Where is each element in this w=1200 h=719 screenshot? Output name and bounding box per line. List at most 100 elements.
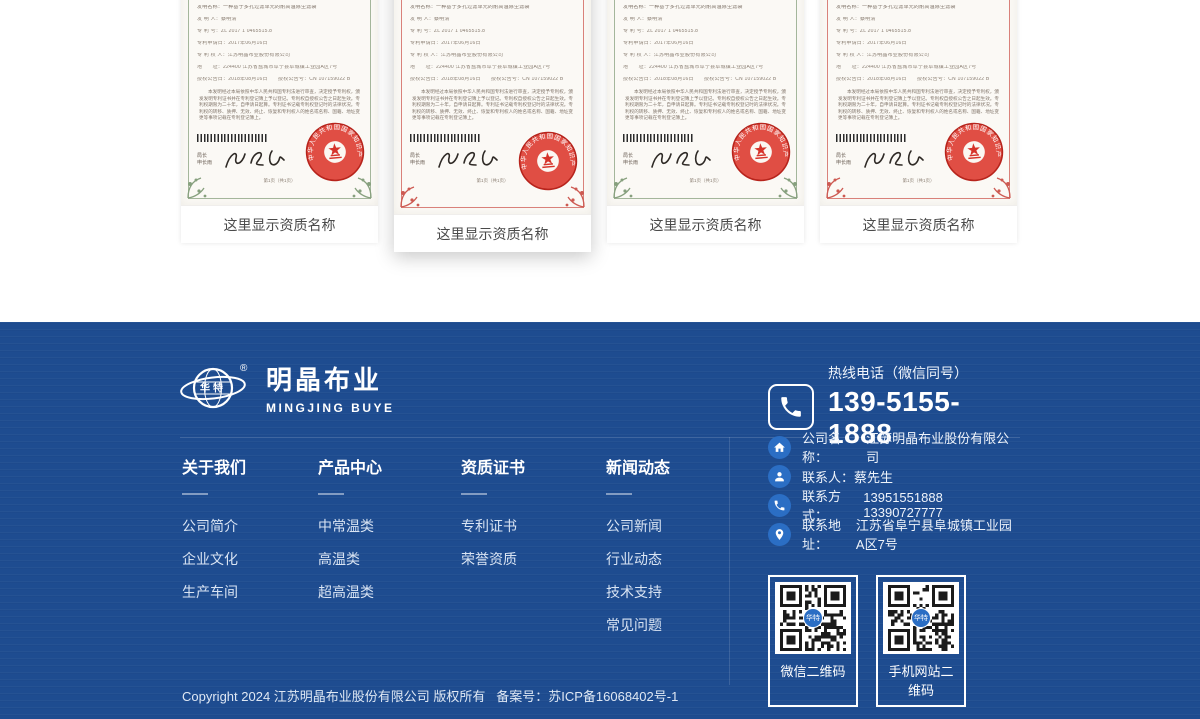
nav-link[interactable]: 超高温类	[318, 582, 382, 602]
qr-center-logo: 华特	[803, 608, 823, 628]
certificate-text-lines: 发明名称：一种基于多孔过滤单元的耐高温除尘滤袋发 明 人：蔡明清专 利 号：ZL…	[410, 5, 575, 82]
corner-flourish-icon	[774, 175, 800, 201]
certificate-text-line: 专 利 权 人：江苏明晶布业股份有限公司	[197, 53, 362, 58]
phone-box-icon	[768, 384, 814, 430]
certificate-caption: 这里显示资质名称	[181, 205, 378, 243]
barcode	[836, 134, 906, 142]
nav-link[interactable]: 中常温类	[318, 516, 382, 536]
director-label: 局长	[410, 153, 425, 160]
contact-row: 联系方式：13951551888 13390727777	[768, 494, 1020, 516]
qr-center-logo: 华特	[911, 608, 931, 628]
certificate-text-line: 地 址：224400 江苏省盐城市阜宁县阜城镇工业园A区7号	[197, 65, 362, 70]
director-labels: 局长申长雨	[197, 153, 212, 167]
certificate-text-line: 授权公告日：2018年08月16日 授权公告号：CN 107159022 B	[623, 77, 788, 82]
certificate-card[interactable]: 发明名称：一种基于多孔过滤单元的耐高温除尘滤袋发 明 人：蔡明清专 利 号：ZL…	[607, 0, 804, 243]
contact-value: 蔡先生	[854, 467, 893, 486]
brand-name-en: MINGJING BUYE	[266, 401, 395, 415]
nav-link[interactable]: 高温类	[318, 549, 382, 569]
director-label: 局长	[836, 153, 851, 160]
certificate-image: 发明名称：一种基于多孔过滤单元的耐高温除尘滤袋发 明 人：蔡明清专 利 号：ZL…	[394, 0, 591, 214]
logo-emblem-text: 华特	[200, 382, 226, 395]
footer-inner: 华特 ® 明晶布业 MINGJING BUYE 热线电话（微信同号） 139-5…	[180, 322, 1020, 719]
nav-link[interactable]: 生产车间	[182, 582, 246, 602]
certificate-text-line: 授权公告日：2018年08月16日 授权公告号：CN 107159022 B	[836, 77, 1001, 82]
certificate-paper: 发明名称：一种基于多孔过滤单元的耐高温除尘滤袋发 明 人：蔡明清专 利 号：ZL…	[607, 0, 804, 205]
certificate-text-lines: 发明名称：一种基于多孔过滤单元的耐高温除尘滤袋发 明 人：蔡明清专 利 号：ZL…	[623, 5, 788, 82]
copyright: Copyright 2024 江苏明晶布业股份有限公司 版权所有 备案号：苏IC…	[182, 632, 678, 719]
certificate-text-line: 发明名称：一种基于多孔过滤单元的耐高温除尘滤袋	[197, 5, 362, 10]
contact-label: 联系人：	[802, 467, 854, 486]
contact-row: 公司名称：江苏明晶布业股份有限公司	[768, 436, 1020, 458]
director-name: 申长雨	[623, 160, 638, 167]
certificate-text-line: 专 利 号：ZL 2017 1 0465515.8	[197, 29, 362, 34]
nav-link[interactable]: 行业动态	[606, 549, 670, 569]
qr-code: 华特	[775, 582, 851, 654]
certificate-text-line: 专 利 号：ZL 2017 1 0465515.8	[623, 29, 788, 34]
brand-globe-icon: 华特 ®	[180, 358, 252, 416]
nav-title-underline	[318, 493, 344, 495]
nav-link[interactable]: 专利证书	[461, 516, 525, 536]
nav-link[interactable]: 技术支持	[606, 582, 670, 602]
qr-code: 华特	[883, 582, 959, 654]
certificate-text-line: 发 明 人：蔡明清	[836, 17, 1001, 22]
director-labels: 局长申长雨	[410, 153, 425, 167]
certificate-text-line: 专利申请日：2017年06月16日	[836, 41, 1001, 46]
certificate-text-line: 专利申请日：2017年06月16日	[410, 41, 575, 46]
director-name: 申长雨	[197, 160, 212, 167]
contact-value: 江苏省阜宁县阜城镇工业园A区7号	[856, 515, 1020, 553]
certificate-text-line: 专 利 号：ZL 2017 1 0465515.8	[836, 29, 1001, 34]
person-icon	[768, 465, 791, 488]
signature	[218, 145, 290, 175]
contact-row: 联系人：蔡先生	[768, 465, 1020, 487]
nav-column-title: 关于我们	[182, 454, 246, 478]
director-label: 局长	[197, 153, 212, 160]
director-name: 申长雨	[410, 160, 425, 167]
certificate-text-line: 专利申请日：2017年06月16日	[197, 41, 362, 46]
director-labels: 局长申长雨	[623, 153, 638, 167]
nav-link[interactable]: 企业文化	[182, 549, 246, 569]
director-label: 局长	[623, 153, 638, 160]
certificate-card[interactable]: 发明名称：一种基于多孔过滤单元的耐高温除尘滤袋发 明 人：蔡明清专 利 号：ZL…	[820, 0, 1017, 243]
certificate-image: 发明名称：一种基于多孔过滤单元的耐高温除尘滤袋发 明 人：蔡明清专 利 号：ZL…	[820, 0, 1017, 205]
nav-link[interactable]: 荣誉资质	[461, 549, 525, 569]
contact-info: 公司名称：江苏明晶布业股份有限公司联系人：蔡先生联系方式：13951551888…	[768, 436, 1020, 552]
certificate-caption: 这里显示资质名称	[394, 214, 591, 252]
certificate-text-line: 授权公告日：2018年08月16日 授权公告号：CN 107159022 B	[410, 77, 575, 82]
certificate-text-line: 地 址：224400 江苏省盐城市阜宁县阜城镇工业园A区7号	[836, 65, 1001, 70]
contact-label: 公司名称：	[802, 428, 866, 466]
footer-nav-column: 新闻动态公司新闻行业动态技术支持常见问题	[606, 454, 670, 648]
footer-nav-column: 资质证书专利证书荣誉资质	[461, 454, 525, 582]
phone-icon	[768, 494, 791, 517]
corner-flourish-icon	[348, 175, 374, 201]
footer-logo[interactable]: 华特 ® 明晶布业 MINGJING BUYE	[180, 358, 395, 416]
certificate-image: 发明名称：一种基于多孔过滤单元的耐高温除尘滤袋发 明 人：蔡明清专 利 号：ZL…	[181, 0, 378, 205]
certificate-card[interactable]: 发明名称：一种基于多孔过滤单元的耐高温除尘滤袋发 明 人：蔡明清专 利 号：ZL…	[181, 0, 378, 243]
hotline-label: 热线电话（微信同号）	[828, 363, 1020, 383]
director-name: 申长雨	[836, 160, 851, 167]
pin-icon	[768, 523, 791, 546]
certificate-card[interactable]: 发明名称：一种基于多孔过滤单元的耐高温除尘滤袋发 明 人：蔡明清专 利 号：ZL…	[394, 0, 591, 252]
nav-column-title: 新闻动态	[606, 454, 670, 478]
qr-codes: 华特微信二维码 华特手机网站二维码	[768, 575, 966, 707]
corner-flourish-icon	[561, 184, 587, 210]
certificate-cards-row: 发明名称：一种基于多孔过滤单元的耐高温除尘滤袋发 明 人：蔡明清专 利 号：ZL…	[181, 0, 1017, 252]
certificate-text-line: 发 明 人：蔡明清	[410, 17, 575, 22]
nav-link[interactable]: 公司新闻	[606, 516, 670, 536]
registered-mark: ®	[240, 363, 248, 374]
footer-nav-column: 关于我们公司简介企业文化生产车间	[182, 454, 246, 615]
corner-flourish-icon	[824, 175, 850, 201]
corner-flourish-icon	[398, 184, 424, 210]
qr-caption: 微信二维码	[775, 661, 851, 680]
certificate-body-text: 本发明经过本局依照中华人民共和国专利法进行审查，决定授予专利权，颁发发明专利证书…	[412, 89, 573, 122]
contact-value: 江苏明晶布业股份有限公司	[866, 428, 1020, 466]
barcode	[197, 134, 267, 142]
certificate-text-line: 地 址：224400 江苏省盐城市阜宁县阜城镇工业园A区7号	[623, 65, 788, 70]
nav-column-title: 产品中心	[318, 454, 382, 478]
brand-name-zh: 明晶布业	[266, 360, 395, 397]
nav-column-title: 资质证书	[461, 454, 525, 478]
corner-flourish-icon	[987, 175, 1013, 201]
nav-link[interactable]: 公司简介	[182, 516, 246, 536]
qr-caption: 手机网站二维码	[883, 661, 959, 699]
certificate-paper: 发明名称：一种基于多孔过滤单元的耐高温除尘滤袋发 明 人：蔡明清专 利 号：ZL…	[181, 0, 378, 205]
corner-flourish-icon	[611, 175, 637, 201]
